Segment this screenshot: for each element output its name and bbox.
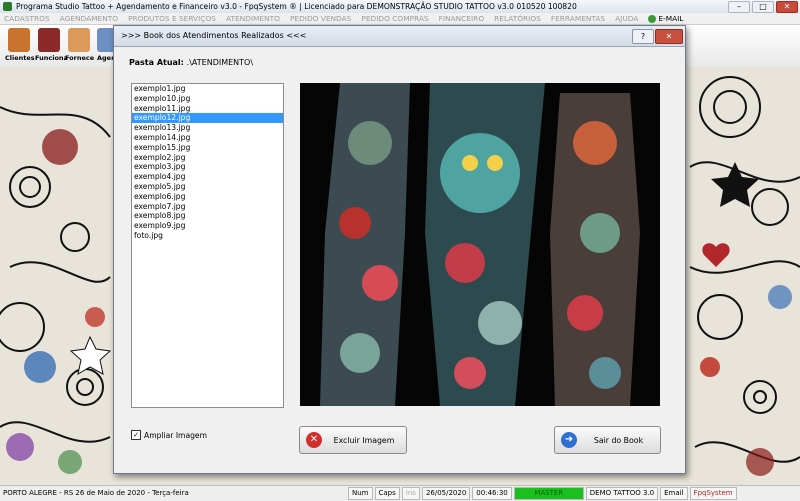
clients-icon (8, 28, 30, 52)
delete-icon: ✕ (306, 432, 322, 448)
menu-atendimento[interactable]: ATENDIMENTO (226, 14, 280, 23)
file-list-item[interactable]: exemplo15.jpg (132, 143, 283, 153)
file-list-item[interactable]: exemplo10.jpg (132, 94, 283, 104)
toolbar-employees-label: Funciona (35, 54, 68, 62)
dialog-title: >>> Book dos Atendimentos Realizados <<< (121, 31, 307, 40)
file-list-item[interactable]: exemplo8.jpg (132, 211, 283, 221)
email-icon (648, 14, 657, 23)
exit-book-button[interactable]: ➜ Sair do Book (554, 426, 661, 454)
status-time: 00:46:30 (472, 487, 512, 500)
minimize-button[interactable]: – (728, 1, 750, 13)
status-email[interactable]: Email (660, 487, 688, 500)
delete-image-button[interactable]: ✕ Excluir Imagem (299, 426, 407, 454)
file-list-item[interactable]: exemplo7.jpg (132, 202, 283, 212)
file-list-item[interactable]: exemplo4.jpg (132, 172, 283, 182)
toolbar-employees-button[interactable]: Funciona (35, 28, 68, 65)
status-brand: FpqSystem (689, 487, 737, 500)
current-folder-path: .\ATENDIMENTO\ (186, 58, 254, 67)
status-master: MASTER (513, 487, 584, 500)
zoom-checkbox-box[interactable]: ✓ (131, 430, 141, 440)
menu-email[interactable]: E-MAIL (648, 14, 683, 23)
zoom-checkbox-label: Ampliar Imagem (144, 430, 208, 440)
app-title: Programa Studio Tattoo + Agendamento e F… (16, 2, 577, 11)
delete-image-label: Excluir Imagem (333, 435, 395, 445)
menu-pedido-vendas[interactable]: PEDIDO VENDAS (290, 14, 351, 23)
employees-icon (38, 28, 60, 52)
file-list-item[interactable]: exemplo1.jpg (132, 84, 283, 94)
file-list-item[interactable]: exemplo2.jpg (132, 153, 283, 163)
maximize-button[interactable]: □ (752, 1, 774, 13)
toolbar-clients-button[interactable]: Clientes (5, 28, 35, 65)
menu-ajuda[interactable]: AJUDA (615, 14, 638, 23)
file-list-item[interactable]: exemplo3.jpg (132, 162, 283, 172)
toolbar-schedule-label: Agen (97, 54, 113, 62)
file-list-item[interactable]: exemplo13.jpg (132, 123, 283, 133)
file-list-item[interactable]: exemplo11.jpg (132, 104, 283, 114)
zoom-checkbox[interactable]: ✓ Ampliar Imagem (131, 430, 207, 440)
status-location: PORTO ALEGRE - RS 26 de Maio de 2020 - T… (3, 489, 189, 497)
file-list[interactable]: exemplo1.jpg exemplo10.jpg exemplo11.jpg ex… (131, 83, 284, 408)
file-list-item[interactable]: exemplo9.jpg (132, 221, 283, 231)
file-list-item[interactable]: exemplo12.jpg (132, 113, 283, 124)
toolbar-suppliers-label: Fornece (65, 54, 95, 62)
dialog-title-bar: >>> Book dos Atendimentos Realizados <<<… (114, 26, 685, 47)
suppliers-icon (68, 28, 90, 52)
status-num: Num (348, 487, 373, 500)
toolbar-suppliers-button[interactable]: Fornece (65, 28, 95, 65)
status-edition: DEMO TATTOO 3.0 (585, 487, 659, 500)
exit-icon: ➜ (561, 432, 577, 448)
menu-ferramentas[interactable]: FERRAMENTAS (551, 14, 605, 23)
file-list-item[interactable]: exemplo6.jpg (132, 192, 283, 202)
file-list-item[interactable]: exemplo14.jpg (132, 133, 283, 143)
close-app-button[interactable]: ✕ (776, 1, 798, 13)
close-dialog-button[interactable]: ✕ (655, 29, 683, 44)
file-list-item[interactable]: exemplo5.jpg (132, 182, 283, 192)
schedule-icon (97, 28, 113, 52)
status-bar: PORTO ALEGRE - RS 26 de Maio de 2020 - T… (0, 485, 800, 501)
image-preview (300, 83, 660, 406)
current-folder: Pasta Atual: .\ATENDIMENTO\ (129, 58, 253, 67)
app-icon (3, 2, 12, 11)
menu-email-label: E-MAIL (658, 14, 684, 23)
status-caps: Caps (374, 487, 400, 500)
toolbar-clients-label: Clientes (5, 54, 35, 62)
app-title-bar: Programa Studio Tattoo + Agendamento e F… (0, 0, 800, 14)
book-dialog: >>> Book dos Atendimentos Realizados <<<… (113, 25, 686, 474)
current-folder-label: Pasta Atual: (129, 58, 184, 67)
status-date: 26/05/2020 (421, 487, 471, 500)
toolbar-schedule-button[interactable]: Agen (97, 28, 113, 65)
tattoo-photo (300, 83, 660, 406)
help-button[interactable]: ? (632, 29, 654, 44)
menu-bar: CADASTROS AGENDAMENTO PRODUTOS E SERVIÇO… (0, 13, 800, 25)
menu-financeiro[interactable]: FINANCEIRO (439, 14, 485, 23)
menu-cadastros[interactable]: CADASTROS (4, 14, 50, 23)
menu-agendamento[interactable]: AGENDAMENTO (60, 14, 118, 23)
exit-book-label: Sair do Book (593, 435, 644, 445)
menu-produtos-servicos[interactable]: PRODUTOS E SERVIÇOS (128, 14, 216, 23)
status-ins: Ins (401, 487, 420, 500)
menu-relatorios[interactable]: RELATÓRIOS (494, 14, 541, 23)
file-list-item[interactable]: foto.jpg (132, 231, 283, 241)
menu-pedido-compras[interactable]: PEDIDO COMPRAS (361, 14, 428, 23)
